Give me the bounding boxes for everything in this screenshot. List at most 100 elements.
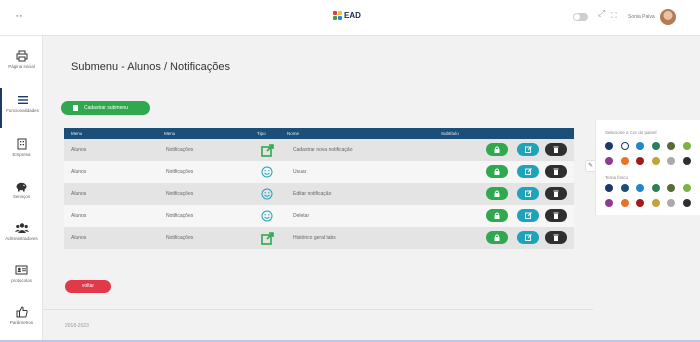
lock-button[interactable]: [486, 231, 508, 244]
edit-icon: [524, 146, 532, 153]
list-icon: [17, 96, 28, 104]
sidebar-item-parameters[interactable]: Parâmetros: [0, 300, 43, 340]
color-swatch[interactable]: [682, 142, 691, 150]
smiley-icon: [261, 210, 273, 222]
edit-button[interactable]: [517, 209, 539, 222]
external-link-icon: [261, 232, 274, 245]
column-header-submenu: Menu: [164, 131, 176, 136]
edit-button[interactable]: [517, 143, 539, 156]
sidebar-item-features[interactable]: Funcionalidades: [0, 88, 43, 128]
color-swatch[interactable]: [620, 184, 629, 192]
sidebar-item-home[interactable]: Página inicial: [0, 44, 43, 84]
lock-button[interactable]: [486, 187, 508, 200]
table-row: Alunos Notificações Cadastrar nova notif…: [64, 139, 574, 161]
cell-menu: Alunos: [71, 235, 87, 241]
add-submenu-label: Cadastrar submenu: [84, 105, 128, 111]
cell-menu: Alunos: [71, 147, 87, 153]
edit-button[interactable]: [517, 165, 539, 178]
back-button[interactable]: voltar: [65, 280, 111, 293]
cell-menu: Alunos: [71, 169, 87, 175]
color-swatch[interactable]: [636, 157, 644, 165]
theme-toggle[interactable]: [573, 13, 588, 21]
lock-button[interactable]: [486, 165, 508, 178]
color-swatch[interactable]: [667, 142, 675, 150]
trash-icon: [553, 190, 559, 197]
color-swatch[interactable]: [651, 157, 660, 165]
cell-name: Editar notificação: [293, 191, 332, 197]
panel-label-matte: Tema fosco: [605, 175, 629, 180]
edit-icon: [524, 212, 532, 219]
users-icon: [14, 223, 29, 233]
cell-name: Usuar: [293, 169, 307, 175]
cell-submenu: Notificações: [166, 147, 194, 153]
edit-icon: [524, 234, 532, 241]
edit-button[interactable]: [517, 187, 539, 200]
delete-button[interactable]: [545, 209, 567, 222]
table-row: Alunos Notificações Deletar: [64, 205, 574, 227]
color-swatch[interactable]: [636, 199, 644, 207]
document-icon: [73, 105, 78, 111]
color-swatch[interactable]: [682, 199, 691, 207]
color-swatch[interactable]: [667, 157, 675, 165]
color-swatch[interactable]: [682, 157, 691, 165]
cell-submenu: Notificações: [166, 169, 194, 175]
trash-icon: [553, 146, 559, 153]
color-swatch[interactable]: [636, 142, 644, 150]
color-swatch[interactable]: [620, 142, 629, 150]
cell-name: Deletar: [293, 213, 310, 219]
color-swatch[interactable]: [605, 184, 613, 192]
color-swatch[interactable]: [605, 142, 613, 150]
color-swatch[interactable]: [651, 184, 660, 192]
avatar[interactable]: [660, 9, 676, 25]
color-swatch[interactable]: [651, 142, 660, 150]
footer-divider: [43, 309, 593, 310]
user-name[interactable]: Sonia Paiva: [628, 14, 655, 20]
delete-button[interactable]: [545, 231, 567, 244]
sidebar: Página inicial Funcionalidades Empresa S…: [0, 36, 43, 342]
sidebar-item-protocols[interactable]: protocolos: [0, 258, 43, 298]
column-header-subtitle: Subtítulo: [441, 131, 459, 136]
logo-mark-icon: [333, 11, 342, 20]
sidebar-item-admins[interactable]: Administradores: [0, 216, 43, 256]
cell-name: Histórico geral tabs: [293, 235, 336, 241]
sidebar-item-label: Administradores: [5, 236, 38, 241]
building-icon: [17, 138, 26, 150]
color-swatch[interactable]: [636, 184, 644, 192]
lock-icon: [494, 212, 500, 219]
lock-button[interactable]: [486, 209, 508, 222]
edit-button[interactable]: [517, 231, 539, 244]
lock-button[interactable]: [486, 143, 508, 156]
smiley-icon: [261, 188, 273, 200]
delete-button[interactable]: [545, 187, 567, 200]
column-header-menu: Menu: [71, 131, 83, 136]
expand-icon[interactable]: ⛶: [611, 11, 617, 21]
delete-button[interactable]: [545, 165, 567, 178]
delete-button[interactable]: [545, 143, 567, 156]
lock-icon: [494, 234, 500, 241]
color-swatch[interactable]: [620, 157, 629, 165]
table-header: Menu Menu Tipo Nome Subtítulo: [64, 128, 574, 139]
fullscreen-icon[interactable]: ⤢: [598, 8, 605, 19]
cell-menu: Alunos: [71, 191, 87, 197]
add-submenu-button[interactable]: Cadastrar submenu: [61, 101, 150, 115]
sidebar-item-services[interactable]: Serviços: [0, 174, 43, 214]
color-swatch[interactable]: [667, 184, 675, 192]
footer-text: 2018-2023: [65, 323, 89, 329]
color-swatch[interactable]: [605, 199, 613, 207]
color-swatch[interactable]: [651, 199, 660, 207]
edit-icon: [524, 168, 532, 175]
cell-menu: Alunos: [71, 213, 87, 219]
color-swatch[interactable]: [682, 184, 691, 192]
id-card-icon: [15, 265, 28, 275]
color-swatch[interactable]: [620, 199, 629, 207]
color-panel-toggle-icon[interactable]: ✎: [585, 160, 595, 172]
menu-toggle-icon[interactable]: ▪▪: [16, 13, 23, 20]
lock-icon: [494, 168, 500, 175]
color-swatch[interactable]: [605, 157, 613, 165]
brand-logo[interactable]: EAD: [333, 11, 361, 20]
color-swatch[interactable]: [667, 199, 675, 207]
color-panel: Selecione a Cor do painel Tema fosco: [595, 120, 700, 215]
printer-icon: [16, 50, 27, 62]
table-row: Alunos Notificações Usuar: [64, 161, 574, 183]
sidebar-item-company[interactable]: Empresa: [0, 132, 43, 172]
